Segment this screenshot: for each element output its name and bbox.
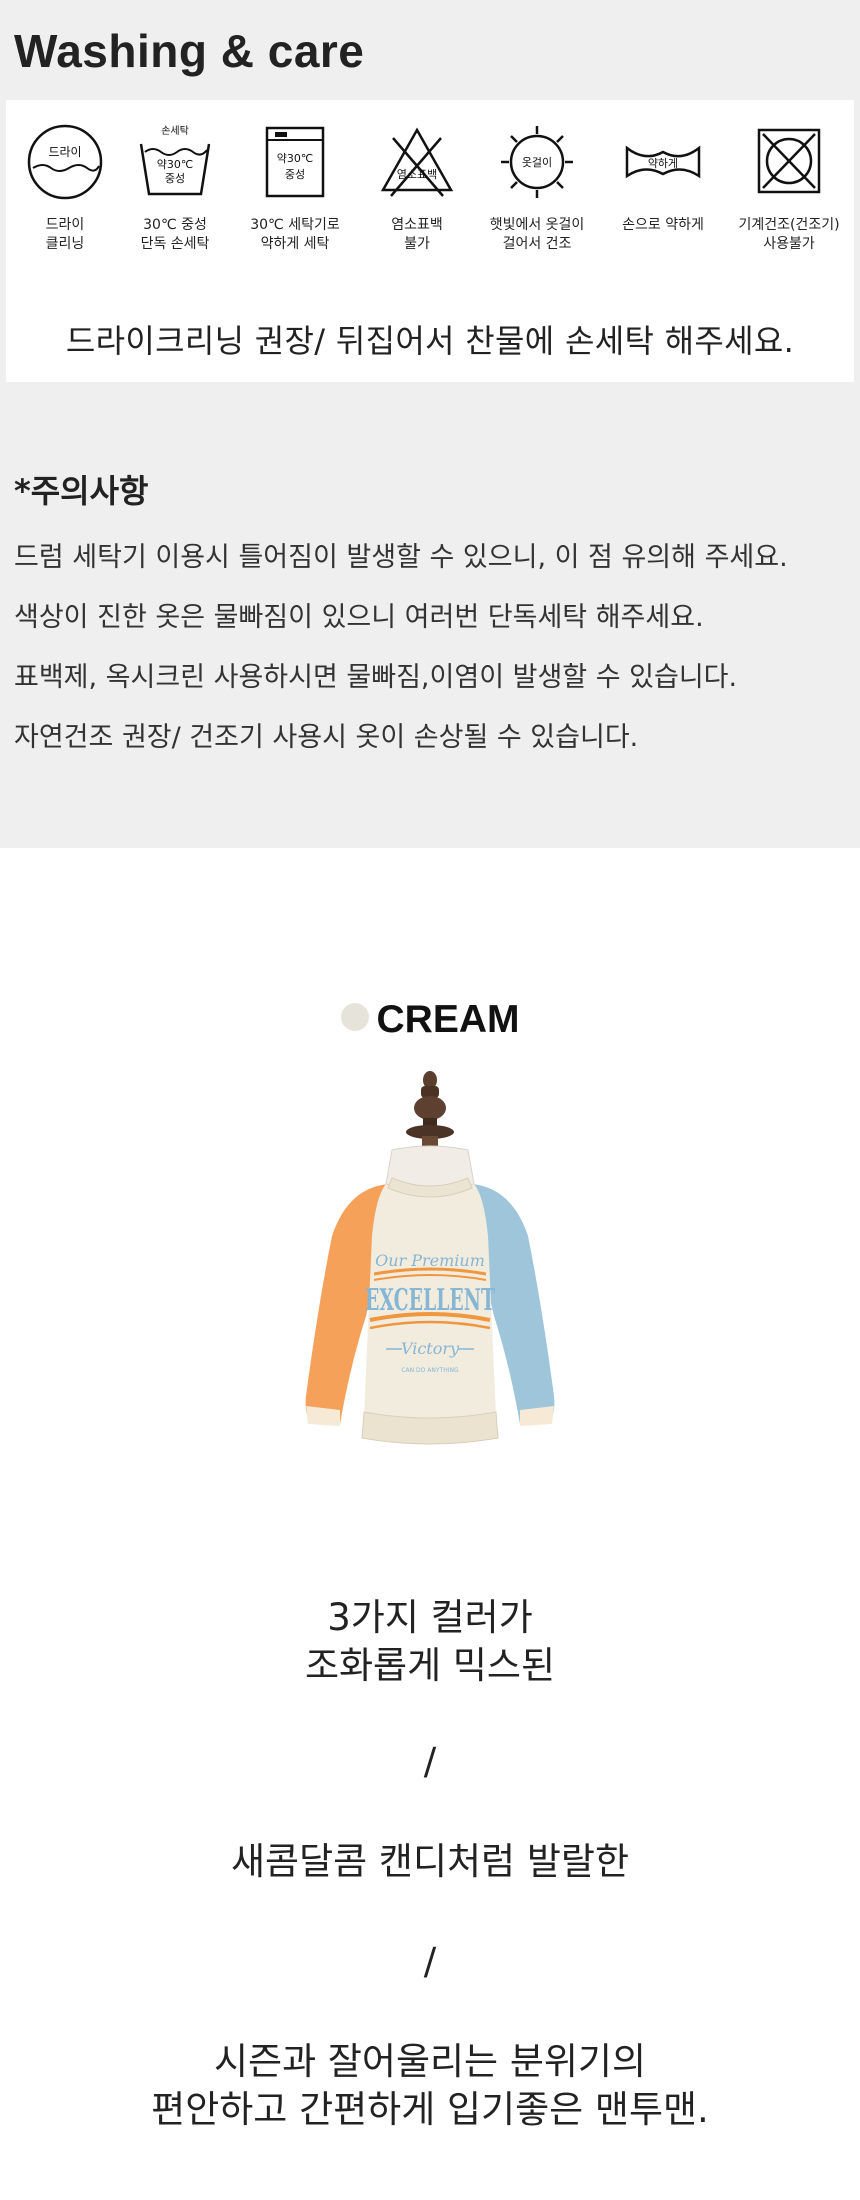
- dry-clean-icon-label: 드라이: [48, 145, 81, 159]
- caution-item: 드럼 세탁기 이용시 틀어짐이 발생할 수 있으니, 이 점 유의해 주세요.: [14, 542, 788, 573]
- description-separator: /: [423, 1740, 437, 1783]
- print-line-4: CAN DO ANYTHING: [401, 1367, 459, 1374]
- product-color-section: CREAM Our Premium EXCELLENT Victory CAN …: [0, 848, 860, 2200]
- description-separator: /: [423, 1940, 437, 1983]
- product-sweatshirt-image: Our Premium EXCELLENT Victory CAN DO ANY…: [305, 1071, 555, 1445]
- no-tumble-dry-icon: [757, 128, 821, 194]
- product-description-line: 시즌과 잘어울리는 분위기의 편안하고 간편하게 입기좋은 맨투맨.: [151, 2040, 709, 2131]
- machine-wash-neutral-label: 중성: [285, 168, 305, 181]
- dry-clean-icon: 드라이: [27, 124, 103, 200]
- color-swatch-dot: [340, 1003, 369, 1031]
- hand-wash-temp-label: 약30℃: [157, 157, 193, 171]
- care-item-dry-clean: 드라이 드라이 클리닝: [10, 122, 120, 254]
- color-name: CREAM: [376, 998, 520, 1041]
- machine-wash-temp-label: 약30℃: [277, 151, 313, 165]
- caution-list: 드럼 세탁기 이용시 틀어짐이 발생할 수 있으니, 이 점 유의해 주세요. …: [14, 540, 788, 780]
- print-line-3: Victory: [401, 1339, 460, 1358]
- care-caption-no-bleach: 염소표백 불가: [391, 217, 443, 252]
- care-item-sun-hang-dry: 옷걸이 햇빛에서 옷걸이 걸어서 건조: [482, 122, 592, 254]
- washing-care-section: Washing & care 드라이 드라이 클리닝 손세탁 약30℃ 중성 3…: [0, 0, 860, 848]
- care-caption-gentle-wring: 손으로 약하게: [622, 217, 704, 233]
- care-caption-no-tumble-dry: 기계건조(건조기) 사용불가: [738, 217, 840, 252]
- care-icon-panel: 드라이 드라이 클리닝 손세탁 약30℃ 중성 30℃ 중성 단독 손세탁 약3…: [6, 100, 854, 382]
- washing-care-title: Washing & care: [14, 25, 365, 77]
- care-caption-sun-hang-dry: 햇빛에서 옷걸이 걸어서 건조: [489, 217, 585, 252]
- sun-hang-dry-icon-label: 옷걸이: [522, 156, 552, 169]
- caution-item: 자연건조 권장/ 건조기 사용시 옷이 손상될 수 있습니다.: [14, 722, 639, 753]
- caution-item: 색상이 진한 옷은 물빠짐이 있으니 여러번 단독세탁 해주세요.: [14, 602, 704, 633]
- care-item-no-tumble-dry: 기계건조(건조기) 사용불가: [724, 122, 854, 254]
- care-item-no-bleach: 염소표백 염소표백 불가: [362, 122, 472, 254]
- hand-wash-icon: 손세탁 약30℃ 중성: [139, 125, 211, 196]
- no-bleach-icon-label: 염소표백: [397, 168, 437, 181]
- care-item-machine-wash: 약30℃ 중성 30℃ 세탁기로 약하게 세탁: [240, 122, 350, 254]
- print-line-1: Our Premium: [375, 1251, 485, 1270]
- product-description-line: 새콤달콤 캔디처럼 발랄한: [231, 1840, 629, 1883]
- caution-title: *주의사항: [14, 472, 149, 510]
- gentle-wring-icon-label: 약하게: [648, 156, 678, 170]
- care-caption-dry-clean: 드라이 클리닝: [45, 217, 85, 252]
- hand-wash-top-label: 손세탁: [161, 125, 189, 137]
- gentle-wring-icon: 약하게: [625, 145, 701, 179]
- care-caption-hand-wash: 30℃ 중성 단독 손세탁: [140, 217, 210, 252]
- hand-wash-neutral-label: 중성: [165, 172, 185, 185]
- sun-hang-dry-icon: 옷걸이: [501, 126, 573, 198]
- no-bleach-icon: 염소표백: [380, 127, 454, 197]
- machine-wash-icon: 약30℃ 중성: [265, 126, 325, 198]
- care-item-gentle-wring: 약하게 손으로 약하게: [608, 122, 718, 235]
- caution-item: 표백제, 옥시크린 사용하시면 물빠짐,이염이 발생할 수 있습니다.: [14, 662, 738, 693]
- mannequin-finial: [406, 1071, 454, 1150]
- care-item-hand-wash: 손세탁 약30℃ 중성 30℃ 중성 단독 손세탁: [120, 122, 230, 254]
- color-label: CREAM: [0, 998, 860, 1042]
- product-description-line: 3가지 컬러가 조화롭게 믹스된: [304, 1596, 556, 1687]
- care-recommendation: 드라이크리닝 권장/ 뒤집어서 찬물에 손세탁 해주세요.: [65, 322, 795, 360]
- care-caption-machine-wash: 30℃ 세탁기로 약하게 세탁: [250, 217, 340, 252]
